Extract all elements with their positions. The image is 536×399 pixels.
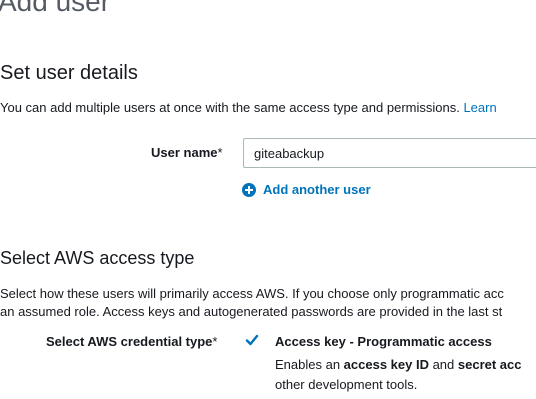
required-mark: * — [217, 145, 223, 160]
learn-more-link[interactable]: Learn — [463, 100, 496, 115]
username-input[interactable] — [243, 138, 536, 168]
desc-bold-access-key: access key ID — [343, 357, 429, 372]
desc-text: Enables an — [275, 357, 344, 372]
credential-type-label: Select AWS credential type* — [46, 334, 217, 349]
access-type-heading: Select AWS access type — [0, 248, 195, 268]
username-label-text: User name — [151, 145, 218, 160]
add-another-user-button[interactable]: Add another user — [242, 182, 371, 197]
programmatic-access-description: Enables an access key ID and secret acc … — [275, 355, 522, 395]
add-another-user-label: Add another user — [263, 182, 371, 197]
access-type-description-line1: Select how these users will primarily ac… — [0, 286, 504, 301]
programmatic-access-title: Access key - Programmatic access — [275, 334, 492, 349]
add-user-page: Add user Set user details You can add mu… — [0, 0, 536, 399]
programmatic-access-checkbox[interactable] — [244, 334, 260, 350]
page-title: Add user — [0, 0, 111, 17]
access-type-description-line2: an assumed role. Access keys and autogen… — [0, 304, 503, 319]
credential-type-label-text: Select AWS credential type — [46, 334, 213, 349]
checkmark-icon — [245, 333, 259, 352]
username-label: User name* — [151, 145, 223, 160]
desc-text: and — [428, 357, 458, 372]
user-details-description: You can add multiple users at once with … — [0, 99, 497, 117]
desc-bold-secret: secret acc — [457, 357, 522, 372]
programmatic-access-desc-line2: other development tools. — [275, 377, 418, 392]
set-user-details-heading: Set user details — [0, 62, 138, 84]
user-details-description-text: You can add multiple users at once with … — [0, 100, 460, 115]
required-mark: * — [212, 334, 218, 349]
programmatic-access-desc-line1: Enables an access key ID and secret acc — [275, 355, 522, 375]
plus-circle-icon — [242, 182, 256, 197]
